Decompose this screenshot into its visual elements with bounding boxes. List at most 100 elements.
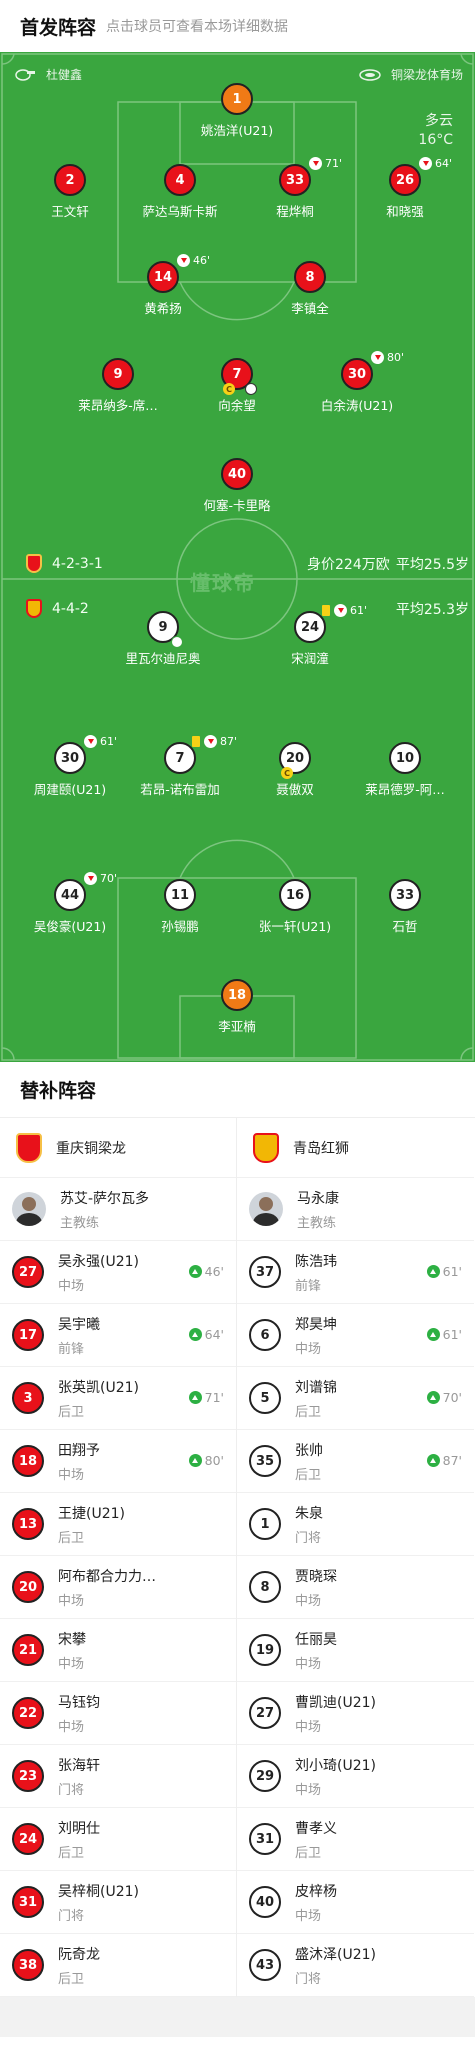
home-player[interactable]: 26 64' 和晓强 — [345, 157, 465, 220]
sub-number-badge: 5 — [249, 1382, 281, 1414]
sub-number-badge: 31 — [249, 1823, 281, 1855]
away-sub-row[interactable]: 35 张帅 后卫 87' — [237, 1430, 474, 1493]
sub-number-badge: 6 — [249, 1319, 281, 1351]
sub-position: 前锋 — [295, 1278, 322, 1294]
sub-on-tag: 71' — [188, 1390, 224, 1405]
sub-number-badge: 38 — [12, 1949, 44, 1981]
stadium: 铜梁龙体育场 — [359, 66, 463, 83]
home-sub-list: 27 吴永强(U21) 中场 46' 17 吴宇曦 前锋 64' 3 张英凯(U21) 后卫 71' 1… — [0, 1241, 236, 1997]
home-sub-row[interactable]: 38 阮奇龙 后卫 — [0, 1934, 236, 1997]
home-sub-row[interactable]: 17 吴宇曦 前锋 64' — [0, 1304, 236, 1367]
goal-ball-icon — [171, 636, 183, 648]
sub-name: 吴宇曦 — [58, 1316, 100, 1333]
sub-on-tag: 87' — [426, 1453, 462, 1468]
home-sub-row[interactable]: 18 田翔予 中场 80' — [0, 1430, 236, 1493]
away-sub-row[interactable]: 31 曹孝义 后卫 — [237, 1808, 474, 1871]
player-number: 10 — [395, 750, 415, 766]
home-sub-row[interactable]: 3 张英凯(U21) 后卫 71' — [0, 1367, 236, 1430]
home-sub-row[interactable]: 21 宋攀 中场 — [0, 1619, 236, 1682]
away-sub-row[interactable]: 19 任丽昊 中场 — [237, 1619, 474, 1682]
sub-info: 刘小琦(U21) 中场 — [295, 1755, 376, 1798]
player-name: 周建颐(U21) — [33, 782, 107, 797]
home-formation-text: 4-2-3-1 — [52, 555, 103, 572]
home-player[interactable]: 4 萨达乌斯卡斯 — [120, 164, 240, 220]
away-player[interactable]: 18 李亚楠 — [177, 979, 297, 1035]
home-player[interactable]: 9 莱昂纳多-席… — [58, 358, 178, 414]
sub-name: 任丽昊 — [295, 1631, 337, 1648]
away-player[interactable]: 24 61' 宋润潼 — [250, 604, 370, 667]
away-team-name: 青岛红狮 — [293, 1140, 349, 1157]
home-team-name: 重庆铜梁龙 — [56, 1140, 126, 1157]
sub-name: 刘谱锦 — [295, 1379, 337, 1396]
home-sub-row[interactable]: 23 张海轩 门将 — [0, 1745, 236, 1808]
away-coach[interactable]: 马永康 主教练 — [237, 1178, 474, 1241]
sub-info: 陈浩玮 前锋 — [295, 1251, 337, 1294]
player-name: 宋润潼 — [291, 651, 329, 666]
away-sub-row[interactable]: 40 皮梓杨 中场 — [237, 1871, 474, 1934]
home-player[interactable]: 30 80' 白余涛(U21) — [297, 351, 417, 414]
away-team[interactable]: 青岛红狮 — [237, 1118, 474, 1178]
away-player[interactable]: 33 石哲 — [345, 879, 465, 935]
home-player[interactable]: 2 王文轩 — [10, 164, 130, 220]
home-player[interactable]: 14 46' 黄希扬 — [103, 254, 223, 317]
away-player[interactable]: 7 87' 若昂-诺布雷加 — [120, 735, 240, 798]
sub-off-icon — [84, 735, 97, 748]
sub-off-tag: 71' — [309, 157, 342, 170]
sub-name: 刘明仕 — [58, 1820, 100, 1837]
referee-name: 杜健鑫 — [46, 68, 83, 82]
home-player[interactable]: 8 李镇全 — [250, 261, 370, 317]
away-sub-row[interactable]: 5 刘谱锦 后卫 70' — [237, 1367, 474, 1430]
away-player[interactable]: 30 61' 周建颐(U21) — [10, 735, 130, 798]
player-number: 18 — [227, 987, 247, 1003]
away-player[interactable]: 10 莱昂德罗-阿… — [345, 742, 465, 798]
player-number: 33 — [285, 172, 305, 188]
away-player[interactable]: 11 孙锡鹏 — [120, 879, 240, 935]
home-sub-row[interactable]: 27 吴永强(U21) 中场 46' — [0, 1241, 236, 1304]
player-number-badge: 2 — [54, 164, 86, 196]
sub-number-badge: 29 — [249, 1760, 281, 1792]
sub-off-icon — [177, 254, 190, 267]
home-player[interactable]: 1 姚浩洋(U21) — [177, 83, 297, 139]
home-value-text: 身价224万欧 — [307, 557, 390, 573]
sub-name: 贾晓琛 — [295, 1568, 337, 1585]
player-number: 11 — [170, 887, 190, 903]
home-sub-row[interactable]: 22 马钰钧 中场 — [0, 1682, 236, 1745]
away-player[interactable]: 20 C 聂傲双 — [235, 742, 355, 798]
whistle-icon — [15, 68, 35, 81]
player-number-badge: 11 — [164, 879, 196, 911]
sub-info: 吴宇曦 前锋 — [58, 1314, 100, 1357]
home-coach[interactable]: 苏艾-萨尔瓦多 主教练 — [0, 1178, 236, 1241]
away-sub-row[interactable]: 29 刘小琦(U21) 中场 — [237, 1745, 474, 1808]
home-sub-row[interactable]: 24 刘明仕 后卫 — [0, 1808, 236, 1871]
player-name: 何塞-卡里略 — [203, 498, 271, 513]
home-team[interactable]: 重庆铜梁龙 — [0, 1118, 236, 1178]
player-number: 8 — [305, 269, 315, 285]
sub-number-badge: 27 — [249, 1697, 281, 1729]
sub-number-badge: 23 — [12, 1760, 44, 1792]
sub-off-tag: 61' — [84, 735, 117, 748]
player-name: 程烨桐 — [276, 204, 314, 219]
away-sub-row[interactable]: 43 盛沐泽(U21) 门将 — [237, 1934, 474, 1997]
home-avg-age: 平均25.5岁 — [396, 554, 469, 574]
sub-info: 曹孝义 后卫 — [295, 1818, 337, 1861]
away-sub-row[interactable]: 27 曹凯迪(U21) 中场 — [237, 1682, 474, 1745]
home-player[interactable]: 7 C 向余望 — [177, 358, 297, 414]
away-player[interactable]: 16 张一轩(U21) — [235, 879, 355, 935]
away-player[interactable]: 44 70' 吴俊豪(U21) — [10, 872, 130, 935]
away-coach-name: 马永康 — [297, 1190, 339, 1207]
home-sub-row[interactable]: 20 阿布都合力力… 中场 — [0, 1556, 236, 1619]
home-sub-row[interactable]: 13 王捷(U21) 后卫 — [0, 1493, 236, 1556]
sub-name: 张英凯(U21) — [58, 1379, 139, 1396]
home-sub-row[interactable]: 31 吴梓桐(U21) 门将 — [0, 1871, 236, 1934]
sub-on-time: 46' — [204, 1264, 224, 1279]
player-number: 2 — [65, 172, 75, 188]
home-player[interactable]: 33 71' 程烨桐 — [235, 157, 355, 220]
away-sub-row[interactable]: 6 郑昊坤 中场 61' — [237, 1304, 474, 1367]
away-sub-row[interactable]: 1 朱泉 门将 — [237, 1493, 474, 1556]
home-player[interactable]: 40 何塞-卡里略 — [177, 458, 297, 514]
goal-ball-icon — [245, 383, 257, 395]
away-player[interactable]: 9 里瓦尔迪尼奥 — [103, 611, 223, 667]
away-formation-text: 4-4-2 — [52, 600, 89, 617]
away-sub-row[interactable]: 37 陈浩玮 前锋 61' — [237, 1241, 474, 1304]
away-sub-row[interactable]: 8 贾晓琛 中场 — [237, 1556, 474, 1619]
